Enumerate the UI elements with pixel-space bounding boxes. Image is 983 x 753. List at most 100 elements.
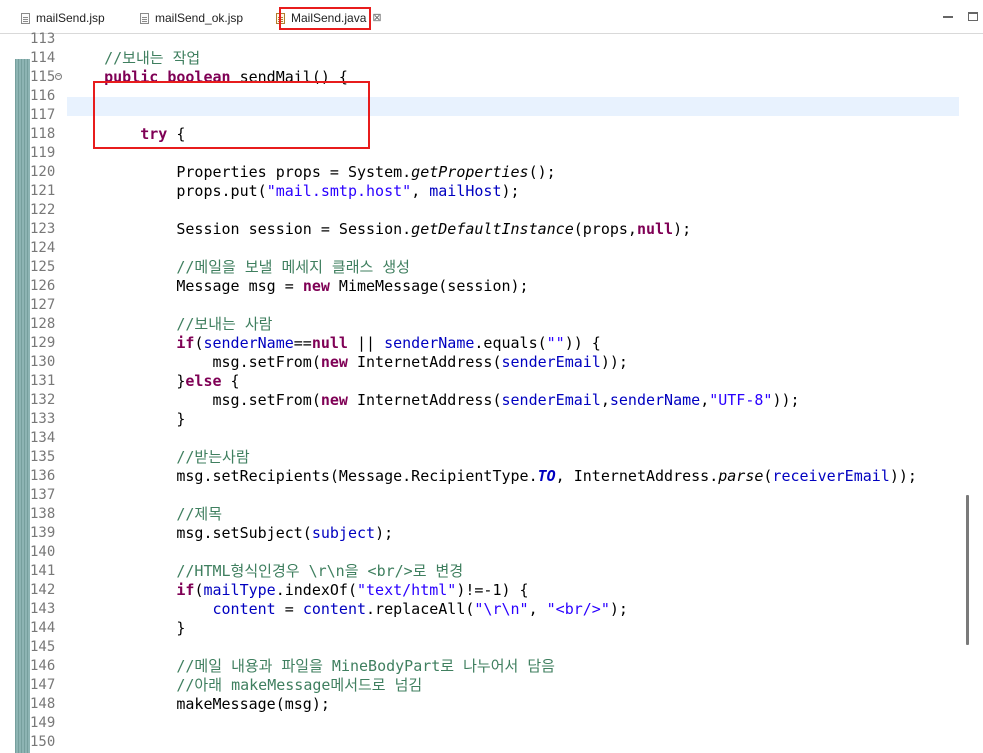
code-text: msg.setRecipients(Message.RecipientType.… xyxy=(68,467,917,485)
code-text: msg.setFrom(new InternetAddress(senderEm… xyxy=(68,391,800,409)
line-number: 129 xyxy=(30,335,56,351)
code-line[interactable]: 146 //메일 내용과 파일을 MineBodyPart로 나누어서 담음 xyxy=(0,657,959,676)
jsp-file-icon xyxy=(21,12,30,24)
code-text: //HTML형식인경우 \r\n을 <br/>로 변경 xyxy=(176,562,464,580)
code-line[interactable]: 120 Properties props = System.getPropert… xyxy=(0,163,959,182)
code-line[interactable]: 123 Session session = Session.getDefault… xyxy=(0,220,959,239)
code-text: //메일 내용과 파일을 MineBodyPart로 나누어서 담음 xyxy=(176,657,555,675)
code-line[interactable]: 135 //받는사람 xyxy=(0,448,959,467)
code-line[interactable]: 136 msg.setRecipients(Message.RecipientT… xyxy=(0,467,959,486)
line-number: 149 xyxy=(30,715,56,731)
code-line[interactable]: 149 xyxy=(0,714,959,733)
line-number: 146 xyxy=(30,658,56,674)
line-number: 122 xyxy=(30,202,56,218)
line-number: 136 xyxy=(30,468,56,484)
code-text: props.put("mail.smtp.host", mailHost); xyxy=(68,182,520,200)
close-icon[interactable]: ⊠ xyxy=(372,12,381,24)
line-number: 120 xyxy=(30,164,56,180)
line-number: 126 xyxy=(30,278,56,294)
fold-collapse-icon[interactable]: − xyxy=(55,73,62,80)
code-line[interactable]: 143 content = content.replaceAll("\r\n",… xyxy=(0,600,959,619)
line-number: 113 xyxy=(30,31,56,47)
code-text: //아래 makeMessage메서드로 넘김 xyxy=(176,676,423,694)
code-text: Message msg = new MimeMessage(session); xyxy=(68,277,529,295)
code-line[interactable]: 139 msg.setSubject(subject); xyxy=(0,524,959,543)
maximize-icon[interactable] xyxy=(968,12,978,21)
tab-mailsend-jsp[interactable]: mailSend.jsp xyxy=(21,8,105,28)
line-number: 123 xyxy=(30,221,56,237)
line-number: 135 xyxy=(30,449,56,465)
code-text: makeMessage(msg); xyxy=(68,695,330,713)
overview-ruler xyxy=(959,34,983,753)
line-number: 144 xyxy=(30,620,56,636)
vertical-scrollbar-thumb[interactable] xyxy=(966,495,969,645)
code-line[interactable]: 129 if(senderName==null || senderName.eq… xyxy=(0,334,959,353)
code-text: //제목 xyxy=(176,505,223,523)
code-line[interactable]: 131 }else { xyxy=(0,372,959,391)
line-number: 142 xyxy=(30,582,56,598)
code-line[interactable]: 138 //제목 xyxy=(0,505,959,524)
line-number: 137 xyxy=(30,487,56,503)
code-line[interactable]: 150 xyxy=(0,733,959,752)
line-number: 148 xyxy=(30,696,56,712)
code-line[interactable]: 126 Message msg = new MimeMessage(sessio… xyxy=(0,277,959,296)
code-line[interactable]: 122 xyxy=(0,201,959,220)
line-number: 143 xyxy=(30,601,56,617)
jsp-file-icon xyxy=(140,12,149,24)
code-line[interactable]: 125 //메일을 보낼 메세지 클래스 생성 xyxy=(0,258,959,277)
line-number: 131 xyxy=(30,373,56,389)
code-text: //받는사람 xyxy=(176,448,250,466)
code-line[interactable]: 147 //아래 makeMessage메서드로 넘김 xyxy=(0,676,959,695)
line-number: 140 xyxy=(30,544,56,560)
code-line[interactable]: 128 //보내는 사람 xyxy=(0,315,959,334)
tab-label: mailSend.jsp xyxy=(36,11,105,25)
line-number: 130 xyxy=(30,354,56,370)
code-line[interactable]: 113 xyxy=(0,30,959,49)
code-text: content = content.replaceAll("\r\n", "<b… xyxy=(212,600,628,618)
editor-tab-bar: mailSend.jsp mailSend_ok.jsp MailSend.ja… xyxy=(0,0,983,34)
line-number: 121 xyxy=(30,183,56,199)
code-editor[interactable]: 113 114 //보내는 작업 115− public boolean sendM… xyxy=(0,31,983,753)
line-number: 119 xyxy=(30,145,56,161)
code-text: msg.setSubject(subject); xyxy=(68,524,394,542)
code-text: //보내는 작업 xyxy=(104,49,201,67)
minimize-icon[interactable] xyxy=(943,12,953,18)
line-number: 114 xyxy=(30,50,56,66)
line-number: 139 xyxy=(30,525,56,541)
line-number: 127 xyxy=(30,297,56,313)
tab-mailsend-ok-jsp[interactable]: mailSend_ok.jsp xyxy=(140,8,243,28)
code-text: //메일을 보낼 메세지 클래스 생성 xyxy=(176,258,410,276)
code-text: Session session = Session.getDefaultInst… xyxy=(68,220,692,238)
line-number: 132 xyxy=(30,392,56,408)
line-number: 141 xyxy=(30,563,56,579)
code-line[interactable]: 140 xyxy=(0,543,959,562)
code-text: //보내는 사람 xyxy=(176,315,273,333)
code-line[interactable]: 127 xyxy=(0,296,959,315)
code-line[interactable]: 133 } xyxy=(0,410,959,429)
code-text: } xyxy=(68,619,186,637)
code-text: msg.setFrom(new InternetAddress(senderEm… xyxy=(68,353,628,371)
line-number: 147 xyxy=(30,677,56,693)
line-number: 116 xyxy=(30,88,56,104)
line-number: 138 xyxy=(30,506,56,522)
code-line[interactable]: 137 xyxy=(0,486,959,505)
code-line[interactable]: 145 xyxy=(0,638,959,657)
highlight-box-code xyxy=(93,81,370,149)
code-line[interactable]: 121 props.put("mail.smtp.host", mailHost… xyxy=(0,182,959,201)
code-line[interactable]: 144 } xyxy=(0,619,959,638)
line-number: 118 xyxy=(30,126,56,142)
code-text: Properties props = System.getProperties(… xyxy=(68,163,556,181)
code-line[interactable]: 114 //보내는 작업 xyxy=(0,49,959,68)
code-line[interactable]: 130 msg.setFrom(new InternetAddress(send… xyxy=(0,353,959,372)
code-line[interactable]: 148 makeMessage(msg); xyxy=(0,695,959,714)
code-line[interactable]: 134 xyxy=(0,429,959,448)
code-line[interactable]: 132 msg.setFrom(new InternetAddress(send… xyxy=(0,391,959,410)
code-line[interactable]: 142 if(mailType.indexOf("text/html")!=-1… xyxy=(0,581,959,600)
line-number: 125 xyxy=(30,259,56,275)
line-number: 128 xyxy=(30,316,56,332)
code-text: if(mailType.indexOf("text/html")!=-1) { xyxy=(176,581,529,599)
line-number: 145 xyxy=(30,639,56,655)
highlight-box-tab xyxy=(279,7,371,30)
code-line[interactable]: 124 xyxy=(0,239,959,258)
code-line[interactable]: 141 //HTML형식인경우 \r\n을 <br/>로 변경 xyxy=(0,562,959,581)
